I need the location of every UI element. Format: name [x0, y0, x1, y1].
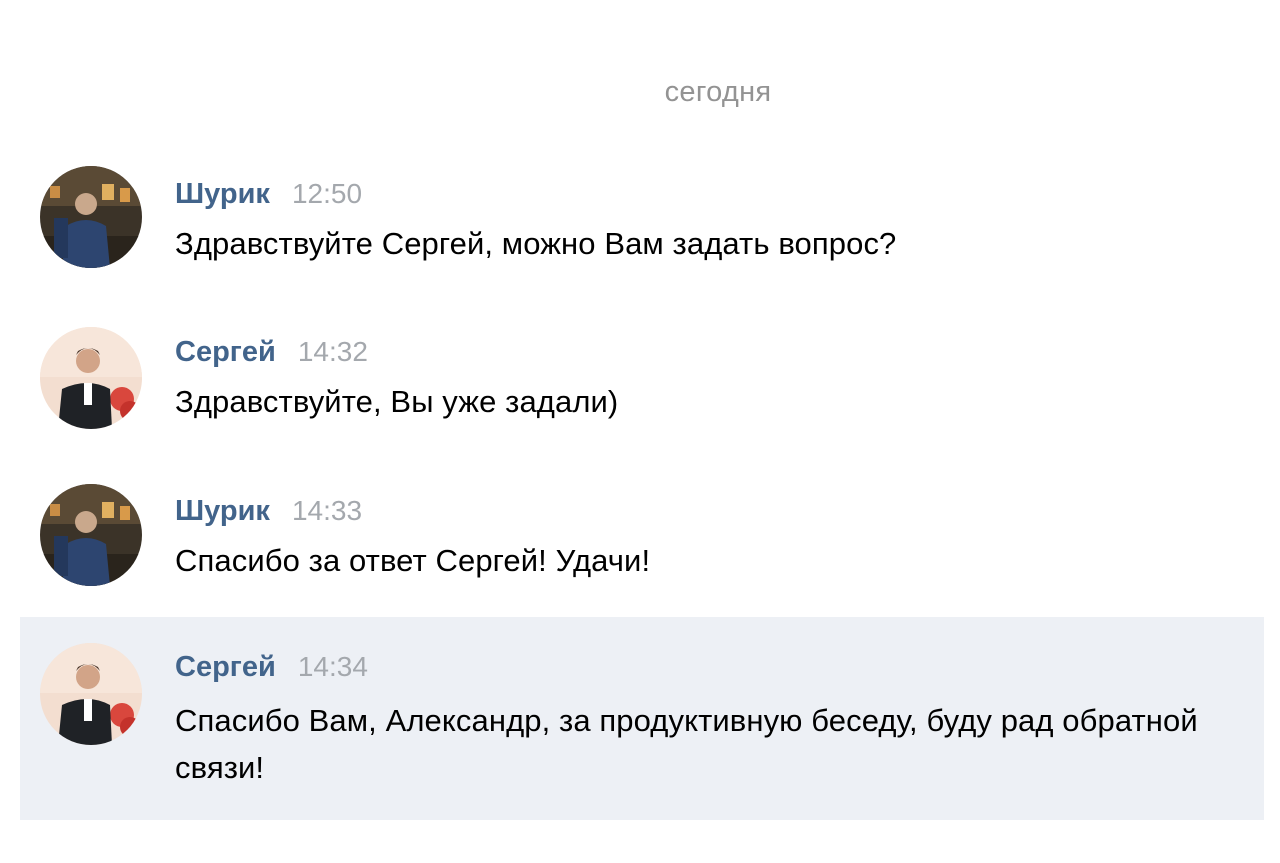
author-name[interactable]: Сергей: [175, 651, 276, 683]
avatar[interactable]: [40, 643, 142, 745]
message-row[interactable]: Сергей 14:32 Здравствуйте, Вы уже задали): [20, 318, 1264, 438]
message-time[interactable]: 14:33: [292, 495, 362, 526]
message-meta: Сергей 14:34: [175, 651, 368, 684]
message-meta: Шурик 14:33: [175, 495, 362, 528]
avatar[interactable]: [40, 484, 142, 586]
message-time[interactable]: 12:50: [292, 178, 362, 209]
date-divider: сегодня: [664, 76, 772, 108]
author-name[interactable]: Сергей: [175, 336, 276, 368]
message-time[interactable]: 14:34: [298, 651, 368, 682]
message-row[interactable]: Шурик 14:33 Спасибо за ответ Сергей! Удач…: [20, 477, 1264, 597]
author-name[interactable]: Шурик: [175, 178, 270, 210]
message-meta: Сергей 14:32: [175, 336, 368, 369]
message-text: Спасибо за ответ Сергей! Удачи!: [175, 543, 651, 578]
avatar[interactable]: [40, 327, 142, 429]
author-name[interactable]: Шурик: [175, 495, 270, 527]
message-text: Здравствуйте Сергей, можно Вам задать во…: [175, 226, 897, 261]
message-time[interactable]: 14:32: [298, 336, 368, 367]
avatar[interactable]: [40, 166, 142, 268]
message-row-highlighted[interactable]: Сергей 14:34 Спасибо Вам, Александр, за п…: [20, 617, 1264, 820]
message-text: Спасибо Вам, Александр, за продуктивную …: [175, 703, 1198, 785]
message-text: Здравствуйте, Вы уже задали): [175, 384, 619, 419]
message-meta: Шурик 12:50: [175, 178, 362, 211]
message-row[interactable]: Шурик 12:50 Здравствуйте Сергей, можно Ва…: [20, 160, 1264, 280]
